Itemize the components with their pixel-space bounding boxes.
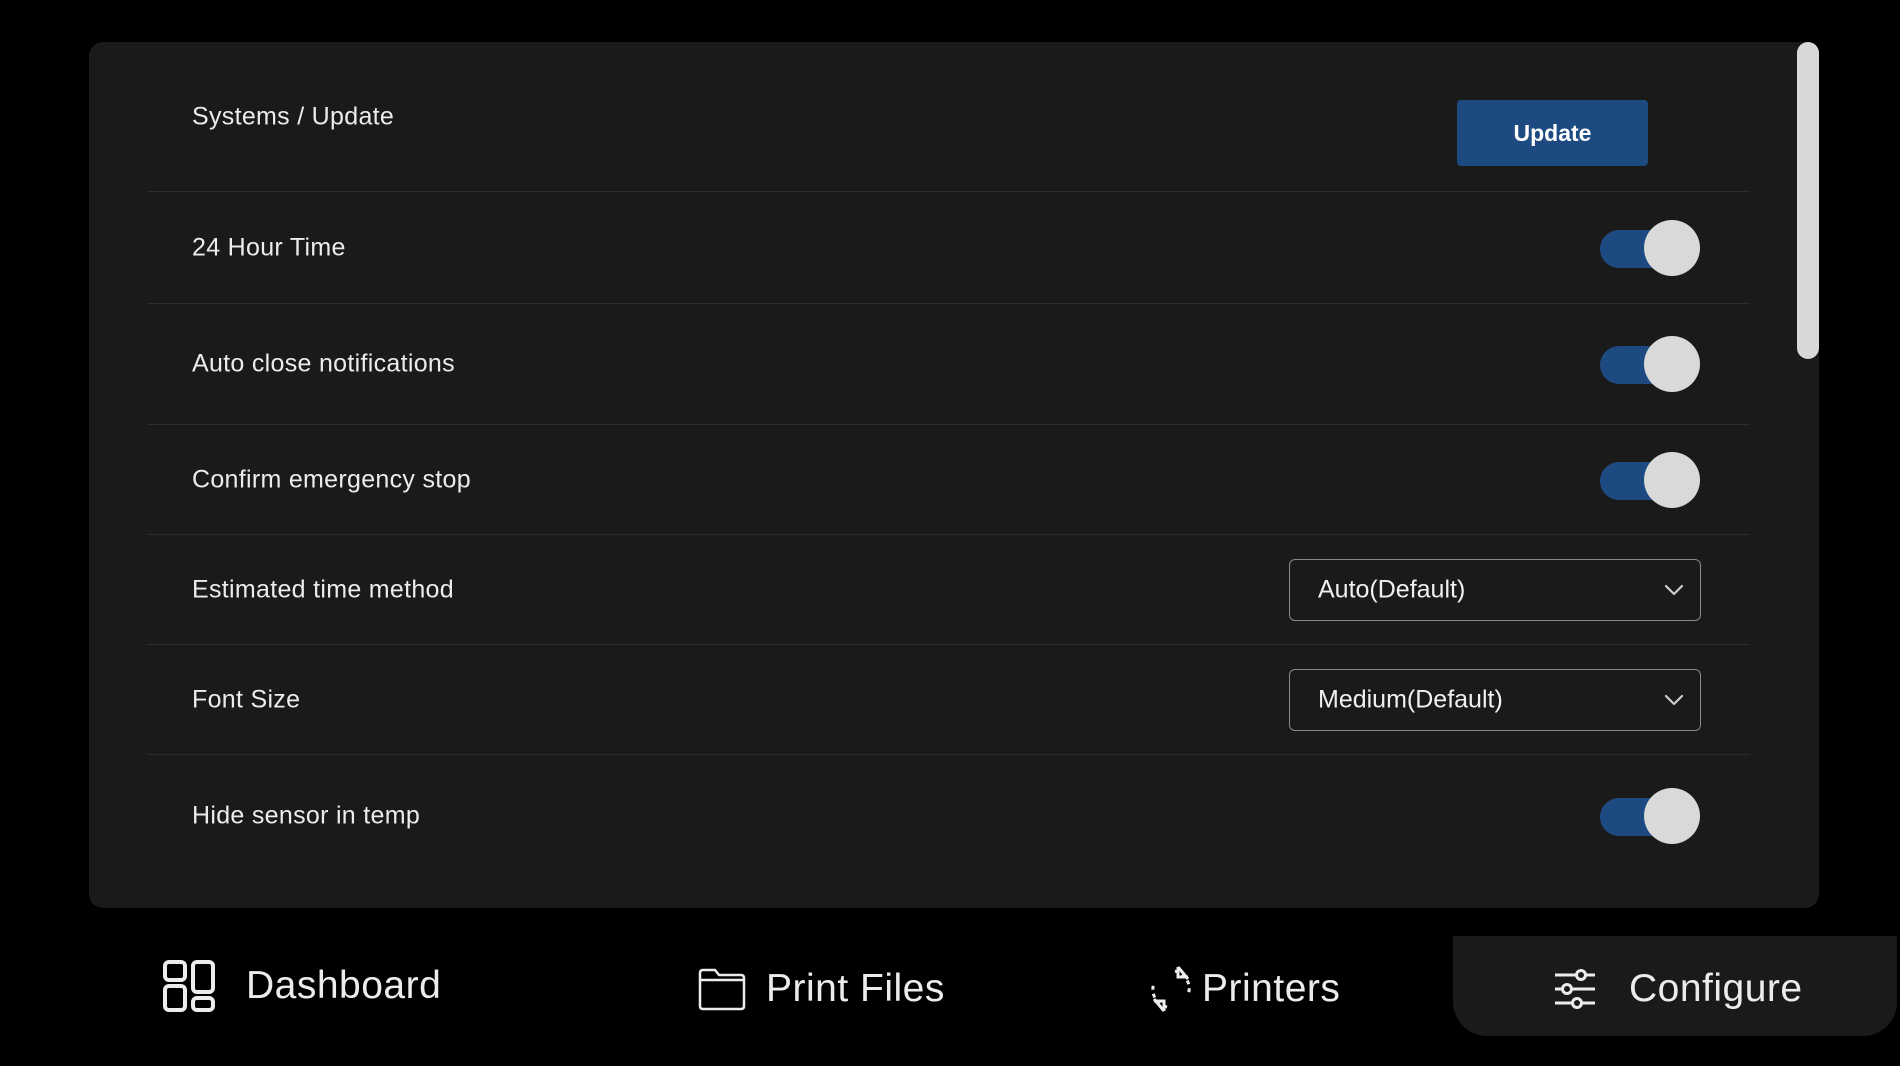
chevron-down-icon	[1664, 694, 1684, 705]
nav-configure[interactable]: Configure	[1553, 939, 1803, 1039]
setting-label: Auto close notifications	[192, 349, 455, 378]
auto-close-notifications-toggle[interactable]	[1600, 336, 1700, 392]
scrollbar[interactable]	[1797, 42, 1819, 908]
nav-printers[interactable]: Printers	[1148, 939, 1340, 1039]
update-button-label: Update	[1513, 119, 1592, 146]
update-button[interactable]: Update	[1457, 100, 1648, 166]
toggle-knob	[1644, 788, 1700, 844]
nav-printers-label: Printers	[1202, 967, 1341, 1010]
setting-label: Systems / Update	[192, 102, 395, 130]
setting-row-hide-sensor-in-temp: Hide sensor in temp	[147, 755, 1750, 877]
nav-configure-label: Configure	[1629, 967, 1803, 1010]
setting-row-auto-close-notifications: Auto close notifications	[147, 304, 1750, 425]
settings-panel: Systems / Update Update 24 Hour Time Aut…	[89, 42, 1819, 908]
setting-label: Hide sensor in temp	[192, 801, 421, 830]
setting-row-systems-update: Systems / Update Update	[147, 42, 1750, 192]
settings-list: Systems / Update Update 24 Hour Time Aut…	[147, 42, 1750, 877]
confirm-emergency-stop-toggle[interactable]	[1600, 451, 1700, 508]
nav-print-files[interactable]: Print Files	[698, 939, 945, 1039]
toggle-knob	[1644, 336, 1700, 392]
estimated-time-method-select[interactable]: Auto(Default)	[1289, 558, 1701, 621]
dashboard-grid-icon	[163, 960, 215, 1012]
nav-dashboard-label: Dashboard	[246, 964, 442, 1007]
chevron-down-icon	[1664, 584, 1684, 595]
select-value: Medium(Default)	[1318, 685, 1503, 713]
setting-row-estimated-time-method: Estimated time method Auto(Default)	[147, 535, 1750, 645]
hide-sensor-in-temp-toggle[interactable]	[1600, 788, 1700, 844]
font-size-select[interactable]: Medium(Default)	[1289, 668, 1701, 731]
setting-row-confirm-emergency-stop: Confirm emergency stop	[147, 425, 1750, 535]
setting-label: Estimated time method	[192, 575, 454, 603]
setting-row-24-hour-time: 24 Hour Time	[147, 192, 1750, 304]
select-value: Auto(Default)	[1318, 575, 1466, 603]
nav-dashboard[interactable]: Dashboard	[162, 936, 441, 1036]
24-hour-time-toggle[interactable]	[1600, 219, 1700, 276]
folder-icon	[698, 968, 746, 1011]
sync-arrows-icon	[1151, 966, 1191, 1012]
sliders-icon	[1555, 969, 1595, 1009]
setting-row-font-size: Font Size Medium(Default)	[147, 645, 1750, 755]
setting-label: 24 Hour Time	[192, 233, 346, 261]
setting-label: Confirm emergency stop	[192, 465, 471, 493]
toggle-knob	[1644, 451, 1700, 508]
scrollbar-thumb[interactable]	[1797, 42, 1819, 359]
nav-print-files-label: Print Files	[766, 967, 945, 1010]
setting-label: Font Size	[192, 685, 301, 713]
bottom-navigation: Dashboard Print Files Printers Configure	[0, 936, 1900, 1066]
toggle-knob	[1644, 219, 1700, 276]
